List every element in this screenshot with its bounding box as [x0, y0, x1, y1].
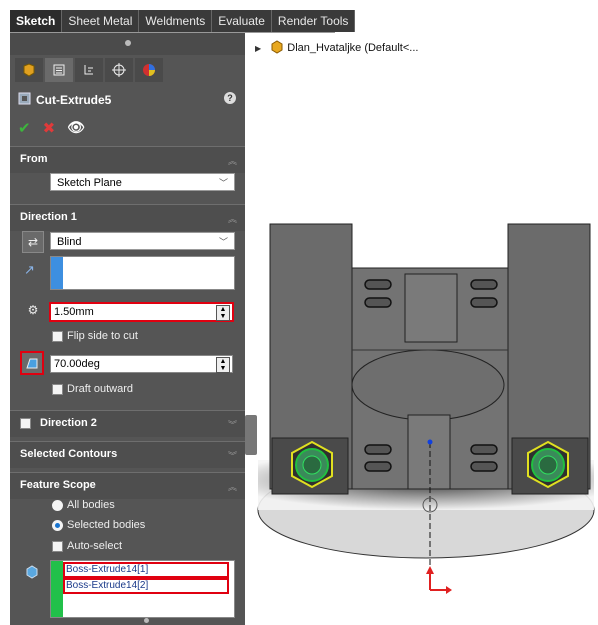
direction2-checkbox[interactable] [20, 418, 31, 429]
flip-side-label: Flip side to cut [67, 330, 138, 342]
direction1-label: Direction 1 [20, 211, 77, 223]
all-bodies-radio[interactable] [52, 500, 63, 511]
action-buttons: ✔ ✖ 👁 [18, 119, 85, 137]
configuration-manager-tab[interactable] [75, 58, 103, 82]
selected-contours-label: Selected Contours [20, 448, 118, 460]
right-hex-nut [527, 440, 569, 489]
property-manager-tab[interactable] [45, 58, 73, 82]
tab-evaluate[interactable]: Evaluate [212, 10, 272, 32]
y-axis-arrowhead-icon [426, 566, 434, 574]
panel-handle[interactable] [10, 33, 245, 55]
feature-title: Cut-Extrude5 [36, 93, 112, 107]
reverse-direction-icon[interactable]: ⇄ [22, 231, 44, 253]
preview-eye-icon[interactable]: 👁 [67, 119, 85, 137]
spin-arrows-icon[interactable]: ▲ ▼ [216, 305, 230, 321]
expand-arrow-icon[interactable]: ▶ [255, 44, 261, 53]
from-label: From [20, 153, 48, 165]
solid-bodies-icon [26, 565, 38, 579]
x-axis-arrowhead-icon [446, 586, 452, 594]
tab-render-tools[interactable]: Render Tools [271, 10, 356, 32]
from-value: Sketch Plane [57, 177, 122, 189]
collapse-chevron-icon: ︽ [227, 482, 237, 492]
feature-tree-icon [23, 63, 35, 77]
collapse-chevron-icon: ︽ [227, 156, 237, 166]
tab-sketch[interactable]: Sketch [10, 10, 63, 32]
draft-angle-value: 70.00deg [54, 358, 100, 370]
graphics-viewport[interactable] [250, 210, 598, 625]
help-icon[interactable]: ? [224, 92, 236, 104]
direction-arrow-icon: ↗ [24, 262, 35, 277]
selected-contours-section-header[interactable]: Selected Contours ︾ [10, 441, 245, 468]
depth-value: 1.50mm [54, 306, 94, 318]
handle-dot-icon [125, 40, 131, 46]
ok-check-icon[interactable]: ✔ [18, 119, 31, 137]
selection-color-bar [51, 561, 63, 617]
from-dropdown[interactable]: Sketch Plane ﹀ [50, 173, 235, 191]
cancel-x-icon[interactable]: ✖ [43, 119, 56, 137]
part-icon [271, 40, 283, 54]
auto-select-checkbox[interactable] [52, 541, 63, 552]
direction-selection-box[interactable] [50, 256, 235, 290]
left-hex-nut [291, 440, 333, 489]
center-slot [407, 414, 451, 490]
feature-scope-label: Feature Scope [20, 479, 96, 491]
depth-icon: ⚙ [27, 303, 39, 317]
display-manager-icon [143, 64, 155, 76]
origin-point [427, 439, 433, 445]
end-condition-value: Blind [57, 236, 82, 248]
collapse-chevron-icon: ︽ [227, 214, 237, 224]
selected-bodies-label: Selected bodies [67, 519, 146, 531]
all-bodies-label: All bodies [67, 499, 115, 511]
feature-scope-section-header[interactable]: Feature Scope ︽ [10, 472, 245, 499]
auto-select-label: Auto-select [67, 540, 123, 552]
draft-toggle-icon[interactable] [20, 351, 44, 375]
draft-angle-input[interactable]: 70.00deg ▲ ▼ [50, 355, 233, 373]
manager-tabs [15, 58, 165, 82]
feature-tree-root[interactable]: ▶ Dlan_Hvataljke (Default<... [255, 40, 418, 54]
expand-chevron-icon: ︾ [227, 451, 237, 461]
dimxpert-icon [112, 63, 126, 77]
depth-input[interactable]: 1.50mm ▲ ▼ [49, 302, 234, 322]
direction2-section-header[interactable]: Direction 2 ︾ [10, 410, 245, 437]
list-item[interactable]: Boss-Extrude14[1] [63, 562, 229, 578]
part-name: Dlan_Hvataljke (Default<... [287, 42, 419, 54]
direction1-section-header[interactable]: Direction 1 ︽ [10, 204, 245, 231]
flip-side-checkbox[interactable] [52, 331, 63, 342]
tab-weldments[interactable]: Weldments [139, 10, 213, 32]
draft-outward-checkbox[interactable] [52, 384, 63, 395]
spin-arrows-icon[interactable]: ▲ ▼ [216, 357, 230, 373]
center-tab [404, 273, 458, 343]
tab-sheet-metal[interactable]: Sheet Metal [62, 10, 140, 32]
handle-dot-icon [144, 618, 149, 623]
draft-outward-label: Draft outward [67, 383, 134, 395]
property-manager-panel: Cut-Extrude5 ? ✔ ✖ 👁 From ︽ Sketch Plane… [10, 33, 245, 625]
cut-extrude-icon [18, 92, 31, 105]
property-list-icon [53, 64, 65, 76]
dimxpert-tab[interactable] [105, 58, 133, 82]
display-manager-tab[interactable] [135, 58, 163, 82]
draft-icon [26, 358, 38, 369]
expand-chevron-icon: ︾ [227, 420, 237, 430]
center-bore [351, 349, 505, 421]
direction2-label: Direction 2 [40, 417, 97, 429]
end-condition-dropdown[interactable]: Blind ﹀ [50, 232, 235, 250]
selected-bodies-radio[interactable] [52, 520, 63, 531]
chevron-down-icon: ﹀ [218, 237, 228, 247]
feature-manager-tab[interactable] [15, 58, 43, 82]
selection-color-bar [51, 257, 63, 289]
chevron-down-icon: ﹀ [218, 178, 228, 188]
list-item[interactable]: Boss-Extrude14[2] [63, 578, 229, 594]
configuration-icon [84, 65, 93, 75]
from-section-header[interactable]: From ︽ [10, 146, 245, 173]
bodies-selection-list[interactable]: Boss-Extrude14[1] Boss-Extrude14[2] [50, 560, 235, 618]
ribbon-tabs: Sketch Sheet Metal Weldments Evaluate Re… [10, 10, 356, 32]
